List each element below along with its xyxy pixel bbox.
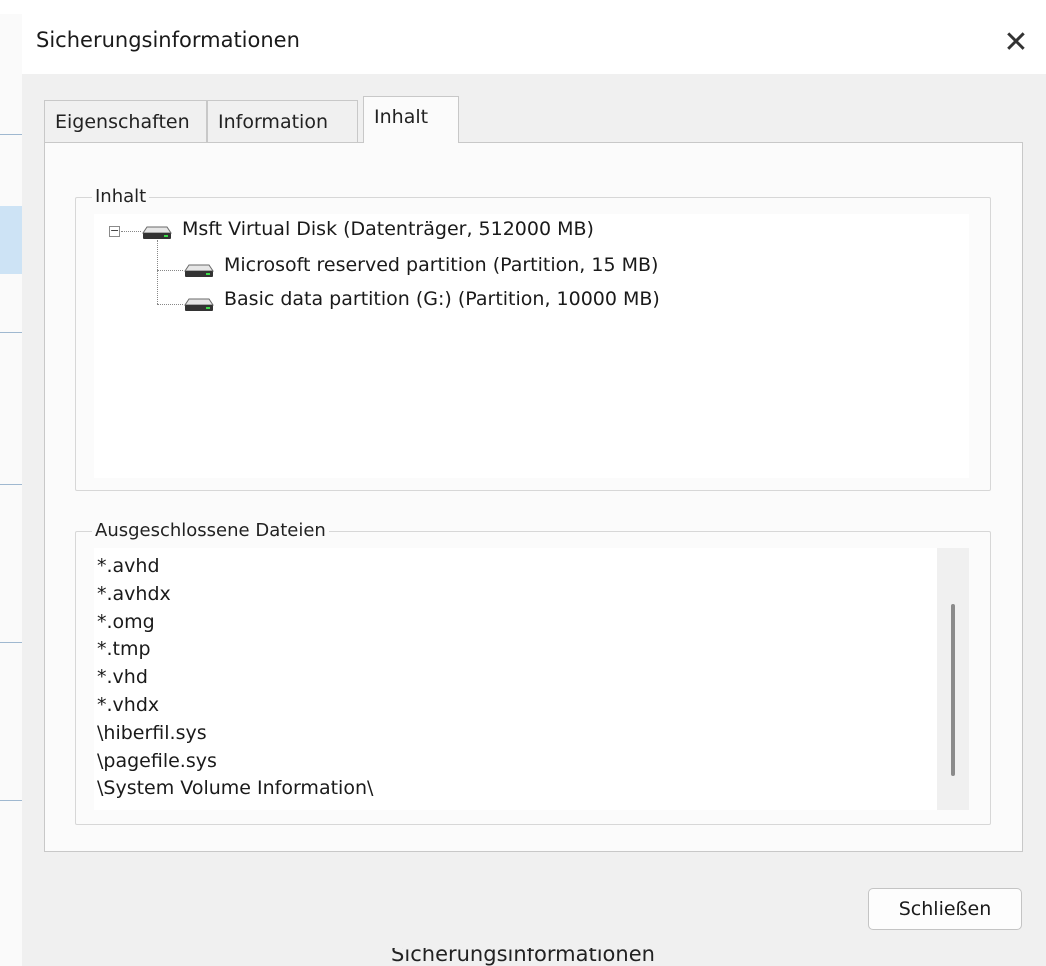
scrollbar[interactable] <box>937 548 969 810</box>
list-item[interactable]: \pagefile.sys <box>94 748 937 776</box>
tab-inhalt[interactable]: Inhalt <box>363 96 459 143</box>
collapse-icon[interactable]: − <box>109 225 120 237</box>
taskbar-caption-text: Sicherungsinformationen <box>391 948 655 966</box>
content-group-legend: Inhalt <box>92 186 150 208</box>
tree-item-basic-data-partition[interactable]: Basic data partition (G:) (Partition, 10… <box>224 284 660 314</box>
tab-label: Eigenschaften <box>55 111 190 133</box>
content-groupbox: Inhalt − Msft Virtual Disk (Datenträger,… <box>75 186 991 491</box>
background-window-header <box>0 0 1046 15</box>
list-item[interactable]: \hiberfil.sys <box>94 720 937 748</box>
tab-eigenschaften[interactable]: Eigenschaften <box>44 100 207 142</box>
close-button[interactable]: Schließen <box>868 888 1022 930</box>
tab-label: Inhalt <box>374 106 429 128</box>
excluded-files-groupbox: Ausgeschlossene Dateien *.avhd *.avhdx *… <box>75 520 991 825</box>
list-item[interactable]: *.tmp <box>94 636 937 664</box>
list-item[interactable]: *.omg <box>94 609 937 637</box>
tab-label: Information <box>218 111 328 133</box>
list-item[interactable]: *.avhd <box>94 553 937 581</box>
close-icon[interactable]: ✕ <box>986 18 1046 68</box>
drive-icon <box>142 226 172 239</box>
excluded-files-legend: Ausgeschlossene Dateien <box>92 520 329 542</box>
backup-info-dialog: Sicherungsinformationen ✕ Eigenschaften … <box>22 14 1046 966</box>
list-item[interactable]: *.avhdx <box>94 581 937 609</box>
tree-item-virtual-disk[interactable]: Msft Virtual Disk (Datenträger, 512000 M… <box>182 214 594 244</box>
tree-item-label: Microsoft reserved partition (Partition,… <box>224 254 659 276</box>
tab-information[interactable]: Information <box>207 100 358 142</box>
background-window-left-edge <box>0 14 23 966</box>
drive-icon <box>184 264 214 277</box>
tab-panel-inhalt: Inhalt − Msft Virtual Disk (Datenträger,… <box>44 142 1023 852</box>
list-item[interactable]: \System Volume Information\ <box>94 775 937 803</box>
taskbar-caption: Sicherungsinformationen <box>0 948 1046 966</box>
tree-item-label: Basic data partition (G:) (Partition, 10… <box>224 288 660 310</box>
tree-item-label: Msft Virtual Disk (Datenträger, 512000 M… <box>182 218 594 240</box>
title-bar: Sicherungsinformationen ✕ <box>22 14 1046 74</box>
dialog-title: Sicherungsinformationen <box>36 28 300 52</box>
list-item[interactable]: *.vhdx <box>94 692 937 720</box>
background-highlight-row <box>0 206 22 274</box>
list-item[interactable]: *.vhd <box>94 664 937 692</box>
content-tree[interactable]: − Msft Virtual Disk (Datenträger, 512000… <box>94 214 969 478</box>
drive-icon <box>184 298 214 311</box>
tree-item-reserved-partition[interactable]: Microsoft reserved partition (Partition,… <box>224 250 658 280</box>
scrollbar-thumb[interactable] <box>951 604 955 776</box>
excluded-files-list[interactable]: *.avhd *.avhdx *.omg *.tmp *.vhd *.vhdx … <box>94 548 937 810</box>
